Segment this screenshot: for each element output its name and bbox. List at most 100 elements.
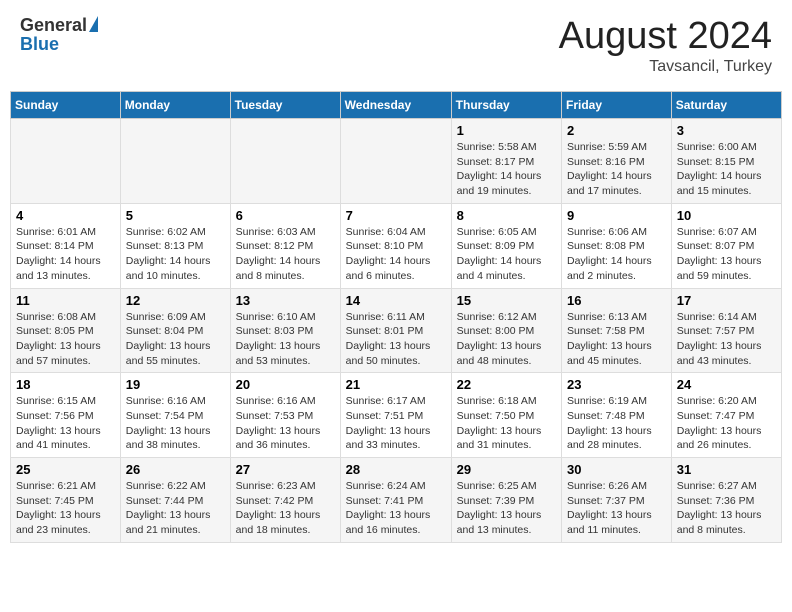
- day-info-3: Sunrise: 6:00 AM Sunset: 8:15 PM Dayligh…: [677, 140, 776, 199]
- day-num-17: 17: [677, 293, 776, 308]
- day-info-9: Sunrise: 6:06 AM Sunset: 8:08 PM Dayligh…: [567, 225, 666, 284]
- day-num-7: 7: [346, 208, 446, 223]
- logo: General Blue: [20, 15, 98, 55]
- day-num-20: 20: [236, 377, 335, 392]
- day-info-11: Sunrise: 6:08 AM Sunset: 8:05 PM Dayligh…: [16, 310, 115, 369]
- cell-1-2: 6 Sunrise: 6:03 AM Sunset: 8:12 PM Daylig…: [230, 203, 340, 288]
- location-title: Tavsancil, Turkey: [559, 58, 772, 76]
- cell-4-1: 26Sunrise: 6:22 AM Sunset: 7:44 PM Dayli…: [120, 458, 230, 543]
- day-num-14: 14: [346, 293, 446, 308]
- day-info-21: Sunrise: 6:17 AM Sunset: 7:51 PM Dayligh…: [346, 394, 446, 453]
- cell-1-1: 5Sunrise: 6:02 AM Sunset: 8:13 PM Daylig…: [120, 203, 230, 288]
- day-num-19: 19: [126, 377, 225, 392]
- calendar-table: Sunday Monday Tuesday Wednesday Thursday…: [10, 91, 782, 543]
- day-num-29: 29: [457, 462, 556, 477]
- day-num-1: 1: [457, 123, 556, 138]
- day-info-6: Sunrise: 6:03 AM Sunset: 8:12 PM Dayligh…: [236, 225, 335, 284]
- day-info-15: Sunrise: 6:12 AM Sunset: 8:00 PM Dayligh…: [457, 310, 556, 369]
- col-tuesday: Tuesday: [230, 92, 340, 119]
- day-info-19: Sunrise: 6:16 AM Sunset: 7:54 PM Dayligh…: [126, 394, 225, 453]
- day-num-5: 5: [126, 208, 225, 223]
- day-info-10: Sunrise: 6:07 AM Sunset: 8:07 PM Dayligh…: [677, 225, 776, 284]
- calendar-header: Sunday Monday Tuesday Wednesday Thursday…: [11, 92, 782, 119]
- cell-4-3: 28Sunrise: 6:24 AM Sunset: 7:41 PM Dayli…: [340, 458, 451, 543]
- week-row-2: 11 Sunrise: 6:08 AM Sunset: 8:05 PM Dayli…: [11, 288, 782, 373]
- day-info-2: Sunrise: 5:59 AM Sunset: 8:16 PM Dayligh…: [567, 140, 666, 199]
- cell-4-5: 30 Sunrise: 6:26 AM Sunset: 7:37 PM Dayli…: [562, 458, 672, 543]
- day-info-14: Sunrise: 6:11 AM Sunset: 8:01 PM Dayligh…: [346, 310, 446, 369]
- day-num-10: 10: [677, 208, 776, 223]
- day-num-4: 4: [16, 208, 115, 223]
- day-num-18: 18: [16, 377, 115, 392]
- day-num-3: 3: [677, 123, 776, 138]
- col-monday: Monday: [120, 92, 230, 119]
- day-info-8: Sunrise: 6:05 AM Sunset: 8:09 PM Dayligh…: [457, 225, 556, 284]
- cell-4-6: 31 Sunrise: 6:27 AM Sunset: 7:36 PM Dayli…: [671, 458, 781, 543]
- header-row: Sunday Monday Tuesday Wednesday Thursday…: [11, 92, 782, 119]
- week-row-4: 25 Sunrise: 6:21 AM Sunset: 7:45 PM Dayli…: [11, 458, 782, 543]
- week-row-1: 4 Sunrise: 6:01 AM Sunset: 8:14 PM Daylig…: [11, 203, 782, 288]
- cell-3-6: 24Sunrise: 6:20 AM Sunset: 7:47 PM Dayli…: [671, 373, 781, 458]
- cell-0-1: [120, 119, 230, 204]
- day-info-30: Sunrise: 6:26 AM Sunset: 7:37 PM Dayligh…: [567, 479, 666, 538]
- day-num-8: 8: [457, 208, 556, 223]
- day-info-29: Sunrise: 6:25 AM Sunset: 7:39 PM Dayligh…: [457, 479, 556, 538]
- day-info-4: Sunrise: 6:01 AM Sunset: 8:14 PM Dayligh…: [16, 225, 115, 284]
- cell-2-4: 15Sunrise: 6:12 AM Sunset: 8:00 PM Dayli…: [451, 288, 561, 373]
- day-num-6: 6: [236, 208, 335, 223]
- day-info-17: Sunrise: 6:14 AM Sunset: 7:57 PM Dayligh…: [677, 310, 776, 369]
- day-num-21: 21: [346, 377, 446, 392]
- cell-1-6: 10 Sunrise: 6:07 AM Sunset: 8:07 PM Dayli…: [671, 203, 781, 288]
- calendar-body: 1 Sunrise: 5:58 AM Sunset: 8:17 PM Daylig…: [11, 119, 782, 543]
- day-info-13: Sunrise: 6:10 AM Sunset: 8:03 PM Dayligh…: [236, 310, 335, 369]
- day-num-23: 23: [567, 377, 666, 392]
- day-num-30: 30: [567, 462, 666, 477]
- cell-0-4: 1 Sunrise: 5:58 AM Sunset: 8:17 PM Daylig…: [451, 119, 561, 204]
- day-num-31: 31: [677, 462, 776, 477]
- cell-3-1: 19 Sunrise: 6:16 AM Sunset: 7:54 PM Dayli…: [120, 373, 230, 458]
- cell-3-2: 20 Sunrise: 6:16 AM Sunset: 7:53 PM Dayli…: [230, 373, 340, 458]
- cell-1-5: 9 Sunrise: 6:06 AM Sunset: 8:08 PM Daylig…: [562, 203, 672, 288]
- day-num-16: 16: [567, 293, 666, 308]
- week-row-0: 1 Sunrise: 5:58 AM Sunset: 8:17 PM Daylig…: [11, 119, 782, 204]
- day-num-12: 12: [126, 293, 225, 308]
- col-saturday: Saturday: [671, 92, 781, 119]
- day-info-31: Sunrise: 6:27 AM Sunset: 7:36 PM Dayligh…: [677, 479, 776, 538]
- day-info-27: Sunrise: 6:23 AM Sunset: 7:42 PM Dayligh…: [236, 479, 335, 538]
- cell-0-6: 3 Sunrise: 6:00 AM Sunset: 8:15 PM Daylig…: [671, 119, 781, 204]
- cell-2-3: 14 Sunrise: 6:11 AM Sunset: 8:01 PM Dayli…: [340, 288, 451, 373]
- day-num-25: 25: [16, 462, 115, 477]
- cell-3-0: 18Sunrise: 6:15 AM Sunset: 7:56 PM Dayli…: [11, 373, 121, 458]
- day-info-20: Sunrise: 6:16 AM Sunset: 7:53 PM Dayligh…: [236, 394, 335, 453]
- col-sunday: Sunday: [11, 92, 121, 119]
- day-num-27: 27: [236, 462, 335, 477]
- day-num-26: 26: [126, 462, 225, 477]
- title-block: August 2024 Tavsancil, Turkey: [559, 15, 772, 76]
- day-num-24: 24: [677, 377, 776, 392]
- cell-2-1: 12 Sunrise: 6:09 AM Sunset: 8:04 PM Dayli…: [120, 288, 230, 373]
- day-num-11: 11: [16, 293, 115, 308]
- cell-0-0: [11, 119, 121, 204]
- cell-2-2: 13 Sunrise: 6:10 AM Sunset: 8:03 PM Dayli…: [230, 288, 340, 373]
- day-num-2: 2: [567, 123, 666, 138]
- day-info-1: Sunrise: 5:58 AM Sunset: 8:17 PM Dayligh…: [457, 140, 556, 199]
- day-info-16: Sunrise: 6:13 AM Sunset: 7:58 PM Dayligh…: [567, 310, 666, 369]
- cell-0-2: [230, 119, 340, 204]
- cell-0-5: 2 Sunrise: 5:59 AM Sunset: 8:16 PM Daylig…: [562, 119, 672, 204]
- day-num-9: 9: [567, 208, 666, 223]
- cell-3-4: 22Sunrise: 6:18 AM Sunset: 7:50 PM Dayli…: [451, 373, 561, 458]
- day-info-7: Sunrise: 6:04 AM Sunset: 8:10 PM Dayligh…: [346, 225, 446, 284]
- week-row-3: 18Sunrise: 6:15 AM Sunset: 7:56 PM Dayli…: [11, 373, 782, 458]
- cell-4-4: 29 Sunrise: 6:25 AM Sunset: 7:39 PM Dayli…: [451, 458, 561, 543]
- month-title: August 2024: [559, 15, 772, 58]
- cell-1-4: 8 Sunrise: 6:05 AM Sunset: 8:09 PM Daylig…: [451, 203, 561, 288]
- day-info-25: Sunrise: 6:21 AM Sunset: 7:45 PM Dayligh…: [16, 479, 115, 538]
- cell-0-3: [340, 119, 451, 204]
- day-info-12: Sunrise: 6:09 AM Sunset: 8:04 PM Dayligh…: [126, 310, 225, 369]
- col-friday: Friday: [562, 92, 672, 119]
- day-num-13: 13: [236, 293, 335, 308]
- day-info-22: Sunrise: 6:18 AM Sunset: 7:50 PM Dayligh…: [457, 394, 556, 453]
- logo-icon: [89, 16, 98, 32]
- cell-2-5: 16 Sunrise: 6:13 AM Sunset: 7:58 PM Dayli…: [562, 288, 672, 373]
- cell-3-3: 21 Sunrise: 6:17 AM Sunset: 7:51 PM Dayli…: [340, 373, 451, 458]
